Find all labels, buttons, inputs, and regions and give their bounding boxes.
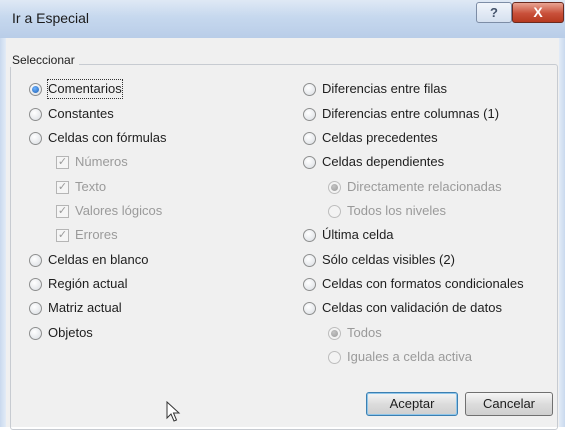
mouse-pointer-icon: [166, 401, 181, 422]
radio-icon: [303, 83, 316, 96]
radio-icon: [29, 327, 42, 340]
help-icon: ?: [490, 5, 498, 20]
radio-icon: [29, 254, 42, 267]
option-label: Matriz actual: [48, 300, 122, 315]
cancel-button[interactable]: Cancelar: [465, 392, 553, 416]
title-bar: Ir a Especial ? X: [0, 0, 565, 39]
checkmark-icon: ✓: [56, 156, 69, 169]
checkmark-icon: ✓: [56, 229, 69, 242]
radio-icon: [303, 302, 316, 315]
ok-button[interactable]: Aceptar: [366, 392, 458, 416]
radio-selected-icon: [29, 83, 42, 96]
option-label: Constantes: [48, 106, 114, 121]
radio-icon: [29, 108, 42, 121]
option-label: Texto: [75, 179, 107, 194]
option-label: Sólo celdas visibles (2): [322, 252, 455, 267]
option-label: Celdas precedentes: [322, 130, 438, 145]
radio-icon: [29, 302, 42, 315]
option-label: Todos: [347, 325, 382, 340]
option-label: Números: [75, 154, 128, 169]
radio-icon: [303, 229, 316, 242]
help-button[interactable]: ?: [476, 2, 512, 23]
dialog-body: Seleccionar Comentarios Constantes Celda…: [6, 38, 559, 430]
window-title: Ir a Especial: [12, 10, 90, 26]
option-label: Todos los niveles: [347, 203, 446, 218]
option-label: Última celda: [322, 227, 394, 242]
checkmark-icon: ✓: [56, 181, 69, 194]
option-label: Iguales a celda activa: [347, 349, 473, 364]
radio-icon: [303, 278, 316, 291]
radio-selected-icon: [328, 181, 341, 194]
checkmark-icon: ✓: [56, 205, 69, 218]
option-label: Diferencias entre columnas (1): [322, 106, 500, 121]
radio-selected-icon: [328, 327, 341, 340]
close-icon: X: [533, 4, 543, 20]
option-label: Celdas con validación de datos: [322, 300, 502, 315]
radio-icon: [303, 156, 316, 169]
radio-icon: [328, 205, 341, 218]
option-label: Celdas con fórmulas: [48, 130, 167, 145]
option-label: Comentarios: [47, 79, 123, 99]
option-label: Directamente relacionadas: [347, 179, 502, 194]
window-frame-right: [559, 38, 565, 427]
close-button[interactable]: X: [512, 2, 564, 23]
radio-icon: [328, 351, 341, 364]
radio-icon: [303, 108, 316, 121]
option-label: Diferencias entre filas: [322, 81, 447, 96]
option-label: Objetos: [48, 325, 93, 340]
option-label: Valores lógicos: [75, 203, 163, 218]
option-label: Región actual: [48, 276, 128, 291]
radio-icon: [29, 278, 42, 291]
radio-icon: [29, 132, 42, 145]
option-label: Celdas dependientes: [322, 154, 445, 169]
option-label: Celdas en blanco: [48, 252, 149, 267]
group-label: Seleccionar: [10, 53, 79, 67]
radio-icon: [303, 254, 316, 267]
radio-icon: [303, 132, 316, 145]
option-label: Celdas con formatos condicionales: [322, 276, 524, 291]
option-label: Errores: [75, 227, 118, 242]
